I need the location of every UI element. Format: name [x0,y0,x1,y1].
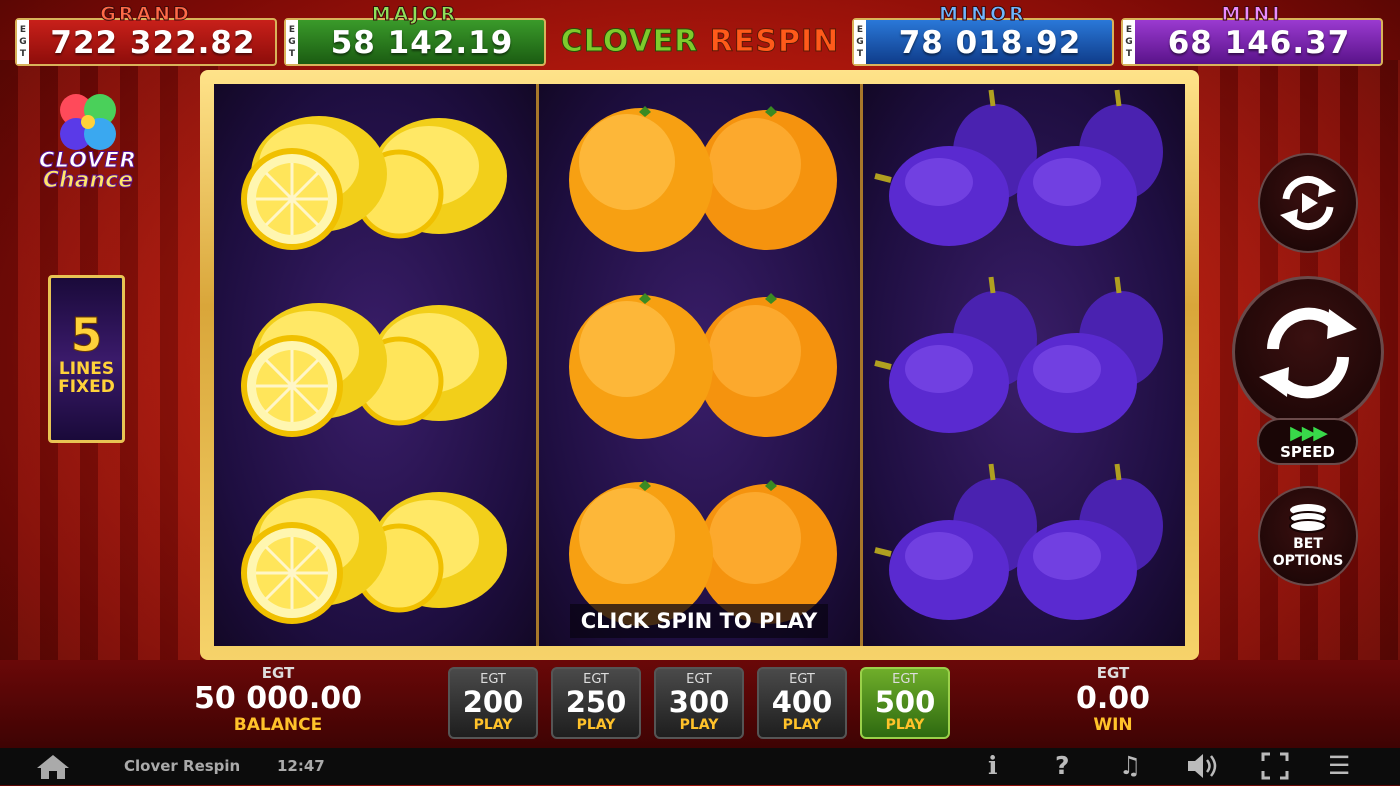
game-logo-part1: CLOVER [560,24,699,60]
spin-icon [1259,307,1357,399]
balance-display: EGT 50 000.00 BALANCE [180,664,376,734]
win-amount: 0.00 [1075,681,1151,716]
spin-hint: CLICK SPIN TO PLAY [570,604,828,638]
jackpot-grand-value: 722 322.82 [50,25,256,61]
speed-arrows-icon: ▶▶▶ [1290,422,1328,444]
coins-icon [1289,504,1327,533]
plum-symbol [863,271,1185,458]
game-name: Clover Respin [124,757,241,775]
bet-options-label-2: OPTIONS [1272,553,1344,569]
jackpot-major-currency: EGT [286,20,298,64]
help-icon[interactable]: ? [1055,752,1070,780]
autoplay-icon [1280,176,1336,230]
jackpot-mini-value: 68 146.37 [1167,25,1351,61]
bet-options-label: BET OPTIONS [1260,536,1356,570]
win-currency: EGT [1096,664,1130,682]
fullscreen-icon[interactable] [1261,752,1289,786]
bet-amount: 400 [771,685,833,719]
bet-button-300[interactable]: EGT 300 PLAY [654,667,744,739]
spin-button[interactable] [1232,276,1384,428]
lines-fixed-badge: 5 LINES FIXED [48,275,125,443]
bet-button-250[interactable]: EGT 250 PLAY [551,667,641,739]
bet-amount: 200 [462,685,524,719]
win-display: EGT 0.00 WIN [1050,664,1176,734]
win-label: WIN [1093,715,1133,735]
bet-amount: 300 [668,685,730,719]
volume-icon[interactable] [1186,752,1220,786]
bet-amount: 500 [874,685,936,719]
bet-options-button[interactable]: BET OPTIONS [1258,486,1358,586]
jackpot-major-value: 58 142.19 [330,25,514,61]
bet-selector: EGT 200 PLAY EGT 250 PLAY EGT 300 PLAY E… [448,667,950,739]
info-icon[interactable]: i [988,752,998,780]
menu-icon[interactable]: ☰ [1328,752,1350,780]
reel-3 [863,84,1186,646]
jackpot-minor-value: 78 018.92 [898,25,1082,61]
jackpot-major: MAJOR EGT 58 142.19 [284,4,546,66]
clover-logo-line2: Chance [42,168,134,194]
jackpot-grand-currency: EGT [17,20,29,64]
lines-label: LINES [58,359,115,379]
game-logo: CLOVER RESPIN [558,20,842,64]
speed-button[interactable]: ▶▶▶ SPEED [1257,418,1358,465]
lemon-symbol [214,271,536,458]
jackpot-grand: GRAND EGT 722 322.82 [15,4,277,66]
home-icon[interactable] [36,754,70,784]
lemon-symbol [214,458,536,645]
bet-play-label: PLAY [679,717,719,733]
game-logo-part2: RESPIN [698,24,840,60]
bet-button-200[interactable]: EGT 200 PLAY [448,667,538,739]
bet-play-label: PLAY [885,717,925,733]
bet-options-label-1: BET [1293,536,1323,552]
jackpot-mini: MINI EGT 68 146.37 [1121,4,1383,66]
reels [214,84,1186,646]
reel-1 [214,84,539,646]
reel-2 [538,84,864,646]
system-bar: Clover Respin 12:47 i ? ♫ ☰ [0,748,1400,785]
music-icon[interactable]: ♫ [1119,752,1141,780]
bet-play-label: PLAY [782,717,822,733]
balance-currency: EGT [261,664,295,682]
balance-amount: 50 000.00 [194,681,362,716]
bet-button-500[interactable]: EGT 500 PLAY [860,667,950,739]
bet-play-label: PLAY [473,717,513,733]
bet-play-label: PLAY [576,717,616,733]
speed-label: SPEED [1280,443,1335,461]
bet-button-400[interactable]: EGT 400 PLAY [757,667,847,739]
clover-chance-logo: CLOVER Chance [28,90,148,200]
lines-count: 5 [70,308,103,362]
bet-amount: 250 [565,685,627,719]
orange-symbol [539,84,861,271]
autoplay-button[interactable] [1258,153,1358,253]
balance-label: BALANCE [233,715,323,735]
lemon-symbol [214,84,536,271]
plum-symbol [863,458,1185,645]
orange-symbol [539,271,861,458]
jackpot-mini-currency: EGT [1123,20,1135,64]
jackpot-minor-currency: EGT [854,20,866,64]
plum-symbol [863,84,1185,271]
clock: 12:47 [277,757,325,775]
lines-fixed-label: FIXED [58,377,115,397]
jackpot-minor: MINOR EGT 78 018.92 [852,4,1114,66]
